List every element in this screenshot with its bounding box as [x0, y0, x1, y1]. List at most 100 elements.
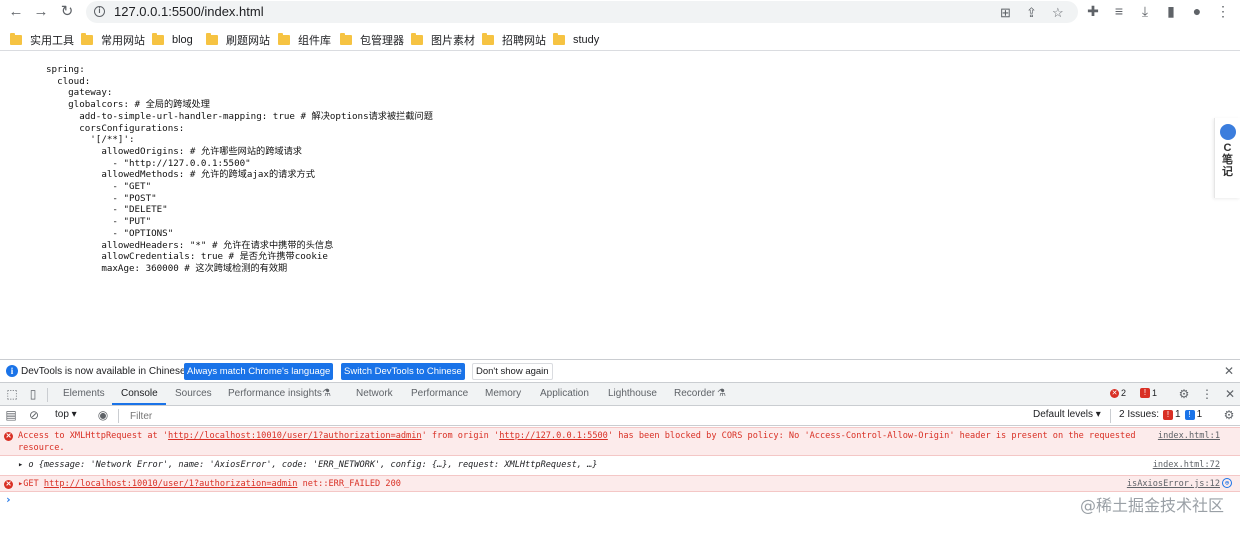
folder-icon	[553, 33, 565, 45]
bookmark-folder[interactable]: study	[553, 32, 599, 48]
error-icon: ✕	[4, 432, 13, 441]
folder-icon	[206, 33, 218, 45]
menu-icon[interactable]: ⋮	[1214, 3, 1232, 20]
tab-console[interactable]: Console	[121, 388, 158, 399]
device-toolbar-icon[interactable]: ▯	[26, 387, 40, 401]
yaml-code-block: spring: cloud: gateway: globalcors: # 全局…	[46, 64, 433, 275]
context-selector[interactable]: top ▾	[55, 409, 77, 420]
tab-elements[interactable]: Elements	[63, 388, 105, 399]
devtools-tab-bar: ⬚ ▯ Elements Console Sources Performance…	[0, 383, 1240, 406]
flask-icon: ⚗	[717, 388, 726, 399]
issue-icon: !	[1140, 388, 1150, 398]
divider	[118, 409, 119, 423]
console-output: ✕ Access to XMLHttpRequest at 'http://lo…	[0, 427, 1240, 534]
download-icon[interactable]: ⤓	[1136, 3, 1154, 20]
request-url-link[interactable]: http://localhost:10010/user/1?authorizat…	[44, 479, 298, 489]
bookmark-folder[interactable]: 常用网站	[81, 32, 145, 48]
translate-icon[interactable]: ⊞	[1000, 5, 1011, 21]
tab-application[interactable]: Application	[540, 388, 589, 399]
console-prompt-icon[interactable]: ›	[5, 493, 12, 506]
source-link[interactable]: index.html:72	[1153, 460, 1220, 470]
tab-network[interactable]: Network	[356, 388, 393, 399]
bookmark-folder[interactable]: 实用工具	[10, 32, 74, 48]
inspect-element-icon[interactable]: ⬚	[5, 387, 19, 401]
tab-recorder[interactable]: Recorder	[674, 388, 715, 399]
site-info-icon[interactable]: i	[94, 6, 105, 17]
issue-error-icon: !	[1163, 409, 1174, 420]
code-line: allowCredentials: true # 是否允许携带cookie	[46, 251, 328, 263]
infobar-message: DevTools is now available in Chinese!	[21, 366, 189, 377]
bookmark-folder[interactable]: 包管理器	[340, 32, 404, 48]
error-count-badge[interactable]: ✕ 2	[1110, 388, 1126, 398]
back-icon[interactable]: ←	[6, 2, 26, 22]
side-note-widget[interactable]: C笔记	[1214, 118, 1240, 198]
code-line: cloud:	[46, 75, 91, 87]
code-line: - "http://127.0.0.1:5500"	[46, 157, 251, 169]
devtools-language-infobar: i DevTools is now available in Chinese! …	[0, 359, 1240, 383]
tab-sources[interactable]: Sources	[175, 388, 212, 399]
code-line: allowedOrigins: # 允许哪些网站的跨域请求	[46, 145, 302, 157]
close-devtools-icon[interactable]: ✕	[1223, 387, 1237, 401]
widget-label: C笔记	[1222, 142, 1233, 178]
tab-lighthouse[interactable]: Lighthouse	[608, 388, 657, 399]
folder-icon	[340, 33, 352, 45]
tab-memory[interactable]: Memory	[485, 388, 521, 399]
code-line: gateway:	[46, 87, 113, 99]
request-url-link[interactable]: http://localhost:10010/user/1?authorizat…	[168, 431, 422, 441]
error-icon: ✕	[1110, 388, 1119, 398]
watermark: @稀土掘金技术社区	[1079, 496, 1224, 515]
live-expression-eye-icon[interactable]: ◉	[96, 408, 110, 422]
flask-icon: ⚗	[322, 388, 331, 399]
address-bar[interactable]: i 127.0.0.1:5500/index.html ⊞ ⇪ ☆	[86, 1, 1078, 23]
origin-url-link[interactable]: http://127.0.0.1:5500	[499, 431, 608, 441]
dont-show-again-button[interactable]: Don't show again	[472, 363, 553, 380]
url-text[interactable]: 127.0.0.1:5500/index.html	[114, 4, 264, 19]
code-line: allowedHeaders: "*" # 允许在请求中携带的头信息	[46, 239, 334, 251]
sidebar-toggle-icon[interactable]: ▤	[4, 408, 18, 422]
page-content: spring: cloud: gateway: globalcors: # 全局…	[0, 52, 1240, 358]
console-error-row: ✕ Access to XMLHttpRequest at 'http://lo…	[0, 427, 1240, 456]
bookmark-folder[interactable]: blog	[152, 32, 193, 48]
forward-icon[interactable]: →	[31, 2, 51, 22]
bookmark-folder[interactable]: 图片素材	[411, 32, 475, 48]
active-tab-indicator	[112, 403, 166, 405]
issues-counter[interactable]: 2 Issues:! 1! 1	[1119, 409, 1202, 420]
source-link[interactable]: index.html:1	[1158, 431, 1220, 441]
bookmark-star-icon[interactable]: ☆	[1052, 5, 1064, 21]
profile-avatar[interactable]: ●	[1188, 3, 1206, 19]
extensions-icon[interactable]: ✚	[1084, 3, 1102, 20]
bookmark-folder[interactable]: 刷题网站	[206, 32, 270, 48]
bookmarks-bar: 实用工具 常用网站 blog 刷题网站 组件库 包管理器 图片素材 招聘网站 s…	[0, 27, 1240, 51]
code-line: corsConfigurations:	[46, 122, 185, 134]
side-panel-icon[interactable]: ▮	[1162, 3, 1180, 20]
folder-icon	[411, 33, 423, 45]
console-filter-input[interactable]	[122, 408, 1026, 424]
reading-list-icon[interactable]: ≡	[1110, 3, 1128, 19]
clear-console-icon[interactable]: ⊘	[27, 408, 41, 422]
error-icon: ✕	[4, 480, 13, 489]
reload-icon[interactable]: ↻	[57, 2, 77, 22]
browser-toolbar: ← → ↻ i 127.0.0.1:5500/index.html ⊞ ⇪ ☆ …	[0, 0, 1240, 26]
console-log-row: ▸ o {message: 'Network Error', name: 'Ax…	[0, 457, 1240, 474]
warning-count-badge[interactable]: ! 1	[1140, 388, 1157, 398]
switch-to-chinese-button[interactable]: Switch DevTools to Chinese	[341, 363, 465, 380]
cors-error-message: Access to XMLHttpRequest at 'http://loca…	[18, 431, 1141, 453]
bookmark-folder[interactable]: 招聘网站	[482, 32, 546, 48]
more-options-icon[interactable]: ⋮	[1200, 387, 1214, 401]
close-icon[interactable]: ✕	[1224, 364, 1234, 378]
log-levels-dropdown[interactable]: Default levels ▾	[1033, 409, 1101, 420]
source-link[interactable]: isAxiosError.js:12	[1127, 479, 1220, 489]
console-settings-gear-icon[interactable]: ⚙	[1222, 408, 1236, 422]
code-line: - "PUT"	[46, 216, 152, 228]
bookmark-folder[interactable]: 组件库	[278, 32, 331, 48]
console-toolbar: ▤ ⊘ top ▾ ◉ Default levels ▾ 2 Issues:!1…	[0, 406, 1240, 426]
always-match-language-button[interactable]: Always match Chrome's language	[184, 363, 334, 380]
code-line: add-to-simple-url-handler-mapping: true …	[46, 110, 433, 122]
tab-performance[interactable]: Performance	[411, 388, 468, 399]
network-error-message[interactable]: ▸GET http://localhost:10010/user/1?autho…	[18, 479, 1138, 491]
share-icon[interactable]: ⇪	[1026, 5, 1037, 21]
network-panel-icon[interactable]: ⊕	[1222, 478, 1232, 488]
axios-error-object[interactable]: ▸ o {message: 'Network Error', name: 'Ax…	[18, 460, 1138, 472]
settings-gear-icon[interactable]: ⚙	[1177, 387, 1191, 401]
tab-performance-insights[interactable]: Performance insights	[228, 388, 322, 399]
